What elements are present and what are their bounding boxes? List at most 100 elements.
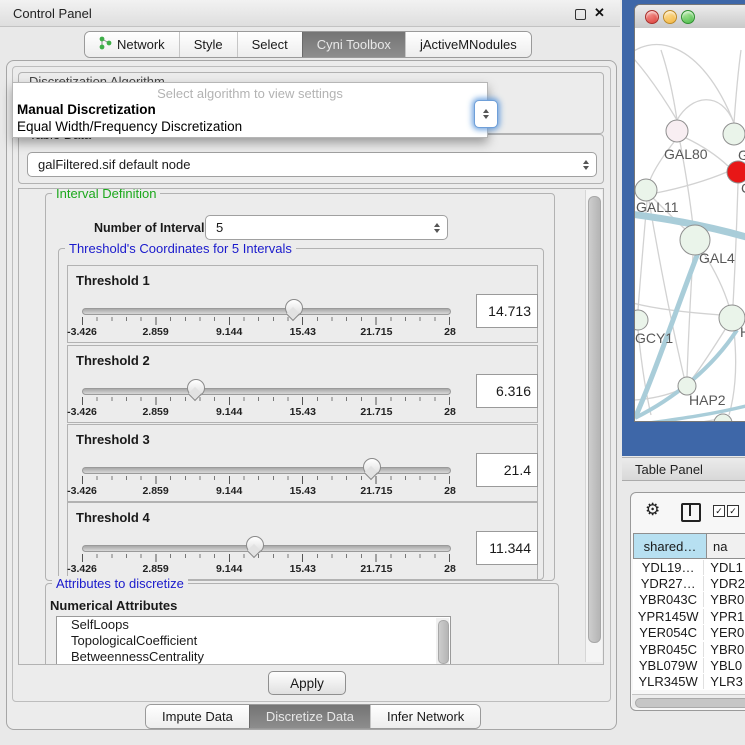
table-row[interactable]: YLR345WYLR3 <box>633 674 745 690</box>
tick-label: 9.144 <box>216 485 242 497</box>
tab-label: Style <box>194 37 223 52</box>
tab-jactivemnodules[interactable]: jActiveMNodules <box>405 32 531 57</box>
algorithm-combobox-arrow[interactable] <box>474 100 498 128</box>
table-cell: YBR045C <box>633 642 703 657</box>
tick-label: 15.43 <box>290 485 316 497</box>
settings-scrollbar[interactable] <box>585 190 602 662</box>
slider-major-ticks <box>82 397 451 405</box>
table-cell: YER0 <box>703 625 745 640</box>
threshold-label: Threshold 4 <box>76 510 150 525</box>
table-panel-titlebar: Table Panel <box>622 457 745 481</box>
node-gal80[interactable] <box>666 120 688 142</box>
table-body: YDL19…YDL1YDR27…YDR2YBR043CYBR0YPR145WYP… <box>633 559 745 690</box>
tick-label: 2.859 <box>142 406 168 418</box>
gear-icon[interactable]: ⚙ <box>645 501 660 518</box>
network-window-titlebar[interactable] <box>635 5 745 29</box>
slider-thumb[interactable] <box>363 458 381 476</box>
slider-major-ticks <box>82 317 451 325</box>
interval-definition-group: Interval Definition Number of Intervals … <box>45 193 555 581</box>
settings-scroll-area: Interval Definition Number of Intervals … <box>18 188 604 665</box>
close-panel-icon[interactable]: ✕ <box>594 5 605 21</box>
number-of-intervals-combobox[interactable]: 5 <box>205 215 448 240</box>
checkbox-icon[interactable]: ✓ <box>713 505 725 517</box>
number-of-intervals-value: 5 <box>216 220 223 235</box>
tick-label: -3.426 <box>67 326 97 338</box>
checkbox-icon[interactable]: ✓ <box>727 505 739 517</box>
threshold-label: Threshold 3 <box>76 432 150 447</box>
list-item[interactable]: BetweennessCentrality <box>57 649 450 665</box>
tab-select[interactable]: Select <box>237 32 302 57</box>
threshold-value-field[interactable]: 14.713 <box>476 294 538 328</box>
tick-label: 21.715 <box>360 326 392 338</box>
table-row[interactable]: YDL19…YDL1 <box>633 559 745 575</box>
table-row[interactable]: YBL079WYBL0 <box>633 657 745 673</box>
slider-thumb[interactable] <box>285 299 303 317</box>
network-icon <box>99 36 112 53</box>
table-row[interactable]: YDR27…YDR2 <box>633 575 745 591</box>
tab-impute-data[interactable]: Impute Data <box>146 705 249 728</box>
column-header-shared-name[interactable]: shared… <box>633 533 707 559</box>
table-panel: ⚙ ✓ ✓ shared… na YDL19…YDL1YDR27…YDR2YBR… <box>630 492 745 711</box>
float-panel-icon[interactable] <box>575 9 586 20</box>
table-row[interactable]: YBR045CYBR0 <box>633 641 745 657</box>
split-columns-icon[interactable] <box>681 503 701 522</box>
list-item[interactable]: TopologicalCoefficient <box>57 633 450 649</box>
attributes-group-title: Attributes to discretize <box>52 576 188 591</box>
node-gcy1[interactable] <box>635 310 648 330</box>
node-label: GCY1 <box>635 330 673 346</box>
minimize-traffic-light-icon[interactable] <box>663 10 677 24</box>
table-cell: YDL19… <box>633 560 703 575</box>
network-canvas[interactable]: GAL80 GA C GAL11 GAL4 GCY1 H HAP2 <box>635 28 745 422</box>
threshold-value-field[interactable]: 6.316 <box>476 374 538 408</box>
tab-style[interactable]: Style <box>179 32 237 57</box>
table-cell: YDL1 <box>703 560 745 575</box>
tab-infer-network[interactable]: Infer Network <box>370 705 480 728</box>
table-cell: YER054C <box>633 625 703 640</box>
tick-label: -3.426 <box>67 485 97 497</box>
node-label: GAL4 <box>699 250 735 266</box>
dropdown-option-manual[interactable]: Manual Discretization <box>17 102 156 117</box>
slider-tick-labels: -3.4262.8599.14415.4321.71528 <box>82 406 450 418</box>
node-partial[interactable] <box>714 414 732 422</box>
slider-track[interactable] <box>82 308 451 315</box>
list-scrollbar[interactable] <box>436 618 449 665</box>
dropdown-option-equal-width[interactable]: Equal Width/Frequency Discretization <box>17 119 242 134</box>
table-data-combobox[interactable]: galFiltered.sif default node <box>27 152 597 177</box>
tick-label: 15.43 <box>290 563 316 575</box>
slider-thumb[interactable] <box>246 536 264 554</box>
threshold-value-field[interactable]: 11.344 <box>476 531 538 565</box>
column-header-name[interactable]: na <box>707 533 745 559</box>
tab-discretize-data[interactable]: Discretize Data <box>249 705 370 728</box>
slider-track[interactable] <box>82 467 451 474</box>
tick-label: 21.715 <box>360 485 392 497</box>
table-horizontal-scrollbar[interactable] <box>632 694 745 708</box>
numerical-attributes-list[interactable]: SelfLoopsTopologicalCoefficientBetweenne… <box>56 616 451 665</box>
threshold-value-field[interactable]: 21.4 <box>476 453 538 487</box>
list-item[interactable]: SelfLoops <box>57 617 450 633</box>
tick-label: 28 <box>444 406 456 418</box>
table-header-row: shared… na <box>633 533 745 559</box>
slider-track[interactable] <box>82 388 451 395</box>
slider-thumb[interactable] <box>187 379 205 397</box>
tick-label: -3.426 <box>67 563 97 575</box>
table-row[interactable]: YBR043CYBR0 <box>633 592 745 608</box>
tab-label: Impute Data <box>162 709 233 724</box>
node-gal11[interactable] <box>635 179 657 201</box>
apply-button[interactable]: Apply <box>268 671 346 695</box>
spinner-down-icon <box>483 115 489 119</box>
tab-label: Network <box>117 37 165 52</box>
threshold-panel: Threshold 2-3.4262.8599.14415.4321.71528… <box>67 345 538 423</box>
tab-label: Cyni Toolbox <box>317 37 391 52</box>
table-row[interactable]: YPR145WYPR1 <box>633 608 745 624</box>
zoom-traffic-light-icon[interactable] <box>681 10 695 24</box>
table-row[interactable]: YER054CYER0 <box>633 625 745 641</box>
network-view-window[interactable]: GAL80 GA C GAL11 GAL4 GCY1 H HAP2 <box>634 4 745 422</box>
control-panel-tabbar: Network Style Select Cyni Toolbox jActiveMNo… <box>84 31 532 58</box>
close-traffic-light-icon[interactable] <box>645 10 659 24</box>
tab-network[interactable]: Network <box>85 32 179 57</box>
slider-major-ticks <box>82 554 451 562</box>
node-ga[interactable] <box>723 123 745 145</box>
tab-cyni-toolbox[interactable]: Cyni Toolbox <box>302 32 405 57</box>
table-cell: YDR2 <box>703 576 745 591</box>
slider-track[interactable] <box>82 545 451 552</box>
